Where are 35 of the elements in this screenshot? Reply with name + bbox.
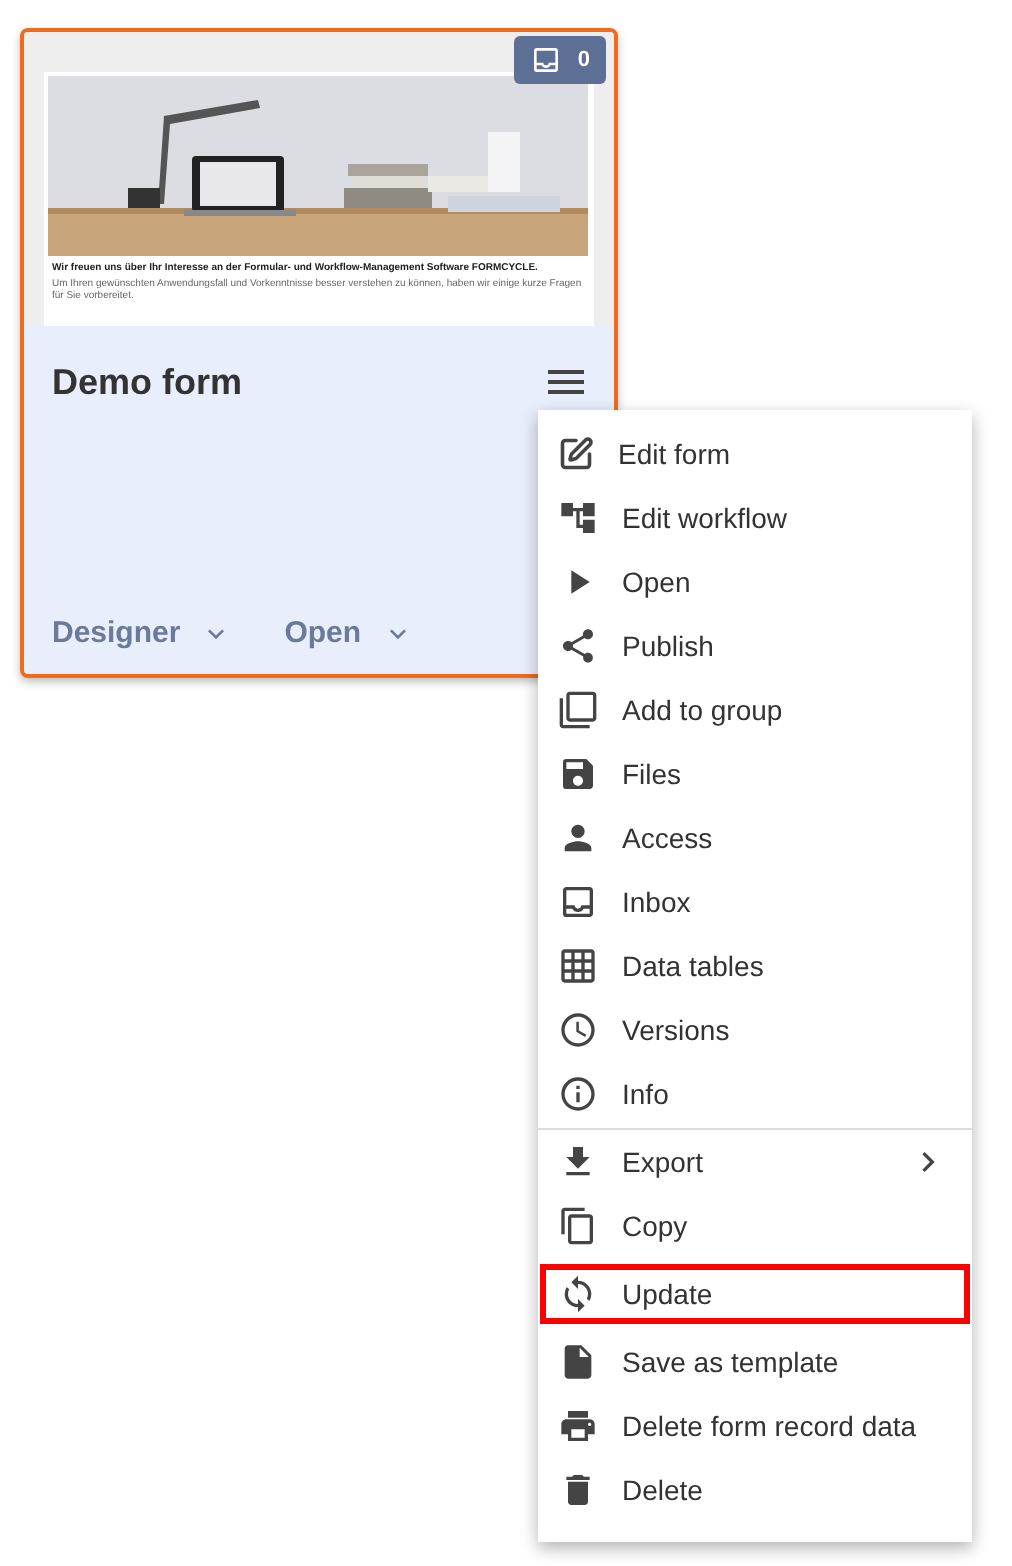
inbox-icon — [558, 882, 598, 922]
menu-item[interactable]: Save as template — [538, 1330, 972, 1394]
menu-item[interactable]: Edit workflow — [538, 486, 972, 550]
menu-item[interactable]: Versions — [538, 998, 972, 1062]
info-icon — [558, 1074, 598, 1114]
edit-icon — [558, 436, 594, 472]
menu-item[interactable]: Delete — [538, 1458, 972, 1522]
badge-count: 0 — [577, 48, 590, 72]
grid-icon — [558, 946, 598, 986]
share-icon — [558, 626, 598, 666]
printer-icon — [558, 1406, 598, 1446]
menu-item[interactable]: Inbox — [538, 870, 972, 934]
menu-item[interactable]: Access — [538, 806, 972, 870]
menu-item[interactable]: Open — [538, 550, 972, 614]
save-icon — [558, 754, 598, 794]
menu-item[interactable]: Add to group — [538, 678, 972, 742]
form-card[interactable] — [20, 28, 618, 678]
dropdown-button[interactable]: Open — [284, 616, 414, 650]
menu-item[interactable]: Files — [538, 742, 972, 806]
menu-item[interactable]: Copy — [538, 1194, 972, 1258]
menu-item[interactable]: Export — [538, 1130, 972, 1194]
inbox-badge[interactable]: 0 — [513, 36, 606, 84]
menu-item[interactable]: Delete form record data — [538, 1394, 972, 1458]
dropdown-button[interactable]: Designer — [52, 616, 233, 650]
form-title: Demo form — [52, 361, 243, 403]
menu-item[interactable]: Update — [538, 1262, 972, 1326]
hierarchy-icon — [558, 498, 598, 538]
menu-item[interactable]: Info — [538, 1062, 972, 1126]
menu-item[interactable]: Data tables — [538, 934, 972, 998]
clock-icon — [558, 1010, 598, 1050]
group-icon — [558, 690, 598, 730]
inbox-icon — [529, 44, 562, 76]
menu-item[interactable]: Edit form — [538, 422, 972, 486]
menu-item[interactable]: Publish — [538, 614, 972, 678]
copy-icon — [558, 1206, 598, 1246]
